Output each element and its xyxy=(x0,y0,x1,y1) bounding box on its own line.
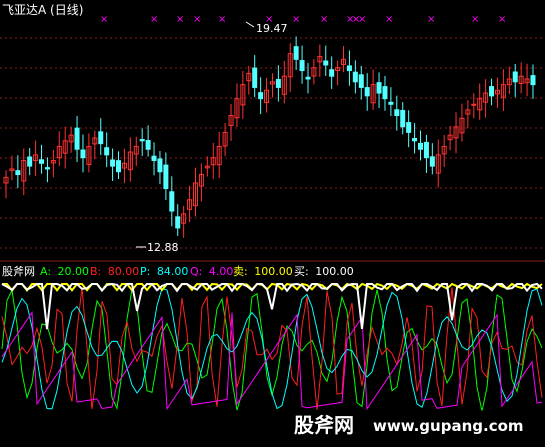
candle-body xyxy=(104,147,110,156)
candle-body xyxy=(293,46,299,60)
indicator-legend: 股斧网 A: 20.00 B: 80.00 P: 84.00 Q: 4.00 卖… xyxy=(2,265,354,278)
signal-marker: × xyxy=(100,14,108,25)
watermark: 股斧网 www.gupang.com xyxy=(288,410,528,437)
candle-body xyxy=(175,216,181,229)
candle-body xyxy=(352,71,358,83)
candle-body xyxy=(44,167,50,170)
signal-markers: × × × × × × × × ××× × × × × xyxy=(100,14,506,25)
candle-body xyxy=(471,103,477,106)
candle-body xyxy=(157,158,163,173)
candle-body xyxy=(429,156,435,167)
legend-p-label: P: xyxy=(140,265,150,278)
legend-sell-value: 100.00 xyxy=(254,265,293,278)
legend-q: Q: 4.00 xyxy=(190,265,233,278)
legend-b: B: 80.00 xyxy=(90,265,139,278)
signal-marker: × xyxy=(320,14,328,25)
legend-a-value: 20.00 xyxy=(58,265,90,278)
candle-body xyxy=(299,60,305,72)
candle-body xyxy=(376,82,382,94)
candle-body xyxy=(169,191,175,212)
legend-buy-label: 买: xyxy=(294,265,309,278)
price-grid xyxy=(0,37,545,249)
watermark-url: www.gupang.com xyxy=(373,417,524,435)
candle-body xyxy=(400,109,406,128)
legend-b-label: B: xyxy=(90,265,101,278)
candle-body xyxy=(412,138,418,142)
candle-body xyxy=(15,170,21,176)
candle-body xyxy=(394,109,400,117)
candle-body xyxy=(145,140,151,150)
candle-body xyxy=(423,141,429,159)
signal-marker: × xyxy=(385,14,393,25)
candle-body xyxy=(530,75,536,86)
legend-p-value: 84.00 xyxy=(157,265,189,278)
candlestick-series xyxy=(3,36,536,238)
legend-buy-value: 100.00 xyxy=(315,265,354,278)
candle-body xyxy=(358,74,364,88)
legend-b-value: 80.00 xyxy=(108,265,140,278)
legend-buy: 买: 100.00 xyxy=(294,265,354,278)
legend-q-label: Q: xyxy=(190,265,202,278)
candle-body xyxy=(305,76,311,80)
candle-body xyxy=(151,155,157,161)
legend-sell-label: 卖: xyxy=(233,265,248,278)
signal-marker: × xyxy=(498,14,506,25)
candle-body xyxy=(364,87,370,97)
candle-body xyxy=(323,60,329,66)
candle-body xyxy=(417,142,423,150)
candle-body xyxy=(489,86,495,97)
signal-marker: × xyxy=(193,14,201,25)
candle-body xyxy=(163,164,169,190)
candle-body xyxy=(110,159,116,167)
signal-marker: × xyxy=(218,14,226,25)
candle-body xyxy=(512,71,518,83)
legend-a: A: 20.00 xyxy=(40,265,89,278)
indicator-name: 股斧网 xyxy=(2,265,35,278)
candle-body xyxy=(346,65,352,72)
low-label: 12.88 xyxy=(147,241,179,254)
candle-body xyxy=(406,122,412,133)
signal-marker: × xyxy=(176,14,184,25)
candle-body xyxy=(258,92,264,100)
candle-body xyxy=(27,156,33,167)
legend-p: P: 84.00 xyxy=(140,265,188,278)
signal-marker: × xyxy=(292,14,300,25)
candle-body xyxy=(80,149,86,159)
signal-marker: × xyxy=(150,14,158,25)
candle-body xyxy=(98,131,104,145)
candle-body xyxy=(116,160,122,173)
candle-body xyxy=(388,101,394,105)
signal-marker: × xyxy=(358,14,366,25)
candle-body xyxy=(139,139,145,142)
stock-chart: × × × × × × × × ××× × × × × 飞亚达A (日线) 19.47 12.88 股斧… xyxy=(0,3,545,437)
high-label: 19.47 xyxy=(256,22,288,35)
candle-body xyxy=(74,127,80,150)
candle-body xyxy=(252,67,258,88)
candle-body xyxy=(275,78,281,88)
high-annotation: 19.47 xyxy=(245,21,288,35)
candle-body xyxy=(39,159,45,164)
signal-marker: × xyxy=(427,14,435,25)
legend-a-label: A: xyxy=(40,265,51,278)
candle-body xyxy=(329,69,335,77)
watermark-name: 股斧网 xyxy=(294,413,354,437)
low-annotation: 12.88 xyxy=(136,241,179,254)
indicator-lines xyxy=(1,282,543,412)
legend-q-value: 4.00 xyxy=(209,265,234,278)
signal-marker: × xyxy=(471,14,479,25)
stock-title: 飞亚达A (日线) xyxy=(2,3,83,17)
candle-body xyxy=(382,86,388,100)
legend-sell: 卖: 100.00 xyxy=(233,265,293,278)
